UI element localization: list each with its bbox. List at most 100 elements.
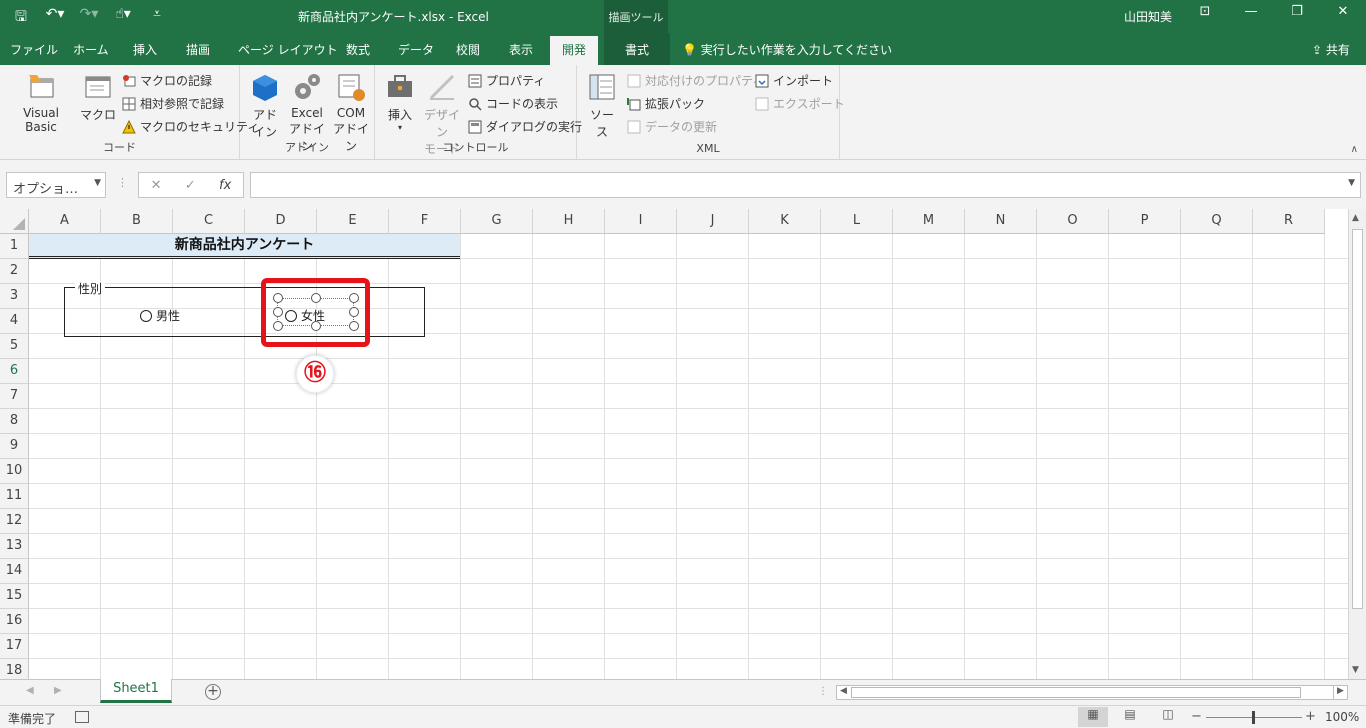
vertical-scroll-thumb[interactable] [1352,229,1363,609]
next-sheet-icon[interactable]: ▶ [54,685,62,696]
tab-formulas[interactable]: 数式 [346,41,370,58]
tab-insert[interactable]: 挿入 [133,41,157,58]
scroll-right-icon[interactable]: ▶ [1333,685,1348,700]
chevron-down-icon[interactable]: ▼ [94,178,101,188]
save-icon[interactable]: 🖫 [10,6,32,30]
ribbon-display-options-icon[interactable]: ⊡ [1182,4,1228,28]
redo-icon[interactable]: ↷▾ [78,6,100,30]
restore-icon[interactable]: ❐ [1274,4,1320,28]
page-layout-view-icon[interactable]: ▤ [1115,707,1145,727]
macro-button[interactable]: マクロ [80,71,116,123]
visual-basic-button[interactable]: Visual Basic [6,71,76,134]
row-header[interactable]: 13 [0,534,29,559]
scroll-down-icon[interactable]: ▼ [1352,665,1359,675]
worksheet-grid[interactable]: ABCDEFGHIJKLMNOPQR 1 2 3 4 5 6 7 8 9 10 11 12 13 14 15… [0,209,1348,679]
user-name[interactable]: 山田知美 [1124,8,1172,25]
import-button[interactable]: インポート [755,72,833,89]
insert-control-button[interactable]: 挿入 ▾ [383,71,417,132]
customize-qat-icon[interactable]: ⩡ [146,6,168,30]
row-header[interactable]: 12 [0,509,29,534]
cancel-icon[interactable]: ✕ [151,178,162,193]
column-header[interactable]: P [1109,209,1181,234]
row-header[interactable]: 17 [0,634,29,659]
record-macro-button[interactable]: マクロの記録 [122,72,212,89]
row-header[interactable]: 7 [0,384,29,409]
column-header[interactable]: C [173,209,245,234]
touch-mode-icon[interactable]: ☝▾ [112,6,134,30]
tell-me-box[interactable]: 💡 実行したい作業を入力してください [682,41,892,58]
expand-formula-bar-icon[interactable]: ▼ [1348,178,1355,188]
column-header[interactable]: B [101,209,173,234]
sheet-title-cell[interactable]: 新商品社内アンケート [29,234,460,259]
column-header[interactable]: I [605,209,677,234]
tab-file[interactable]: ファイル [10,41,58,58]
resize-handle-icon[interactable]: ⋮ [117,176,128,189]
row-header[interactable]: 5 [0,334,29,359]
gender-group-box[interactable]: 性別 [64,283,425,337]
share-button[interactable]: ⇪ 共有 [1312,41,1350,58]
sheet-tab-sheet1[interactable]: Sheet1 [100,679,172,703]
row-header[interactable]: 2 [0,259,29,284]
column-header[interactable]: F [389,209,461,234]
horizontal-scrollbar[interactable]: ◀ [836,685,1348,700]
vertical-scrollbar[interactable]: ▲ ▼ [1348,209,1366,679]
row-header[interactable]: 16 [0,609,29,634]
column-header[interactable]: D [245,209,317,234]
column-header[interactable]: O [1037,209,1109,234]
insert-function-icon[interactable]: fx [219,178,231,193]
scroll-left-icon[interactable]: ◀ [840,686,847,696]
column-header[interactable]: A [29,209,101,234]
addins-button[interactable]: アド イン [248,71,282,140]
undo-icon[interactable]: ↶▾ [44,6,66,30]
row-header[interactable]: 6 [0,359,29,384]
page-break-view-icon[interactable]: ◫ [1153,707,1183,727]
tab-data[interactable]: データ [398,41,434,58]
macro-security-button[interactable]: マクロのセキュリティ [122,118,259,135]
prev-sheet-icon[interactable]: ◀ [26,685,34,696]
column-header[interactable]: J [677,209,749,234]
row-header[interactable]: 4 [0,309,29,334]
run-dialog-button[interactable]: ダイアログの実行 [468,118,582,135]
row-header[interactable]: 14 [0,559,29,584]
tab-draw[interactable]: 描画 [186,41,210,58]
column-header[interactable]: L [821,209,893,234]
row-header[interactable]: 10 [0,459,29,484]
tab-format[interactable]: 書式 [604,33,671,65]
row-header[interactable]: 3 [0,284,29,309]
add-sheet-icon[interactable]: + [205,684,221,700]
horizontal-scroll-thumb[interactable] [851,687,1301,698]
export-button[interactable]: エクスポート [755,95,845,112]
column-header[interactable]: H [533,209,605,234]
tab-developer[interactable]: 開発 [550,36,599,65]
zoom-level[interactable]: 100% [1325,710,1359,724]
radio-male[interactable]: 男性 [140,307,180,324]
row-header[interactable]: 15 [0,584,29,609]
zoom-slider[interactable] [1206,711,1302,724]
relative-reference-button[interactable]: 相対参照で記録 [122,95,224,112]
tab-split-handle-icon[interactable]: ⋮ [818,686,828,697]
xml-source-button[interactable]: ソース [585,71,619,140]
row-header[interactable]: 1 [0,234,29,259]
normal-view-icon[interactable]: ▦ [1078,707,1108,727]
scroll-up-icon[interactable]: ▲ [1352,213,1359,223]
collapse-ribbon-icon[interactable]: ∧ [1351,144,1358,155]
column-header[interactable]: N [965,209,1037,234]
column-header[interactable]: M [893,209,965,234]
close-icon[interactable]: ✕ [1320,4,1366,28]
column-header[interactable]: G [461,209,533,234]
row-header[interactable]: 18 [0,659,29,679]
properties-button[interactable]: プロパティ [468,72,545,89]
select-all-button[interactable] [0,209,29,234]
refresh-data-button[interactable]: データの更新 [627,118,717,135]
minimize-icon[interactable]: — [1228,4,1274,28]
zoom-out-icon[interactable]: − [1191,709,1202,724]
view-code-button[interactable]: コードの表示 [468,95,558,112]
row-header[interactable]: 11 [0,484,29,509]
row-header[interactable]: 9 [0,434,29,459]
name-box[interactable]: オプショ… ▼ [6,172,106,198]
column-header[interactable]: R [1253,209,1325,234]
tab-review[interactable]: 校閲 [456,41,480,58]
zoom-slider-knob[interactable] [1252,711,1255,724]
zoom-in-icon[interactable]: + [1305,709,1316,724]
column-header[interactable]: E [317,209,389,234]
